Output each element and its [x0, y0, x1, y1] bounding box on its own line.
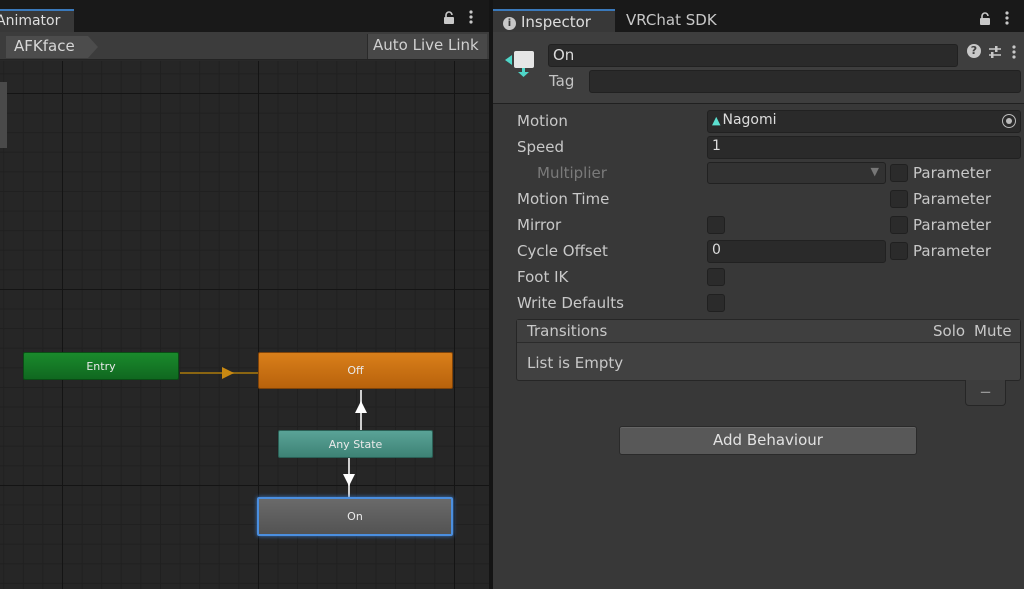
multiplier-parameter-checkbox[interactable] — [890, 164, 908, 182]
tab-inspector-label: Inspector — [521, 13, 591, 31]
multiplier-label: Multiplier — [537, 164, 607, 182]
motion-time-parameter-label: Parameter — [913, 190, 992, 208]
state-node-any-state[interactable]: Any State — [278, 430, 433, 458]
foot-ik-checkbox[interactable] — [707, 268, 725, 286]
inspector-header — [493, 32, 1024, 104]
help-icon[interactable]: ? — [967, 44, 981, 58]
write-defaults-label: Write Defaults — [517, 294, 624, 312]
mirror-parameter-label: Parameter — [913, 216, 992, 234]
any-to-off-arrowhead — [355, 401, 367, 413]
mirror-label: Mirror — [517, 216, 562, 234]
cycle-offset-parameter-checkbox[interactable] — [890, 242, 908, 260]
tag-field[interactable] — [589, 70, 1021, 93]
motion-time-parameter-checkbox[interactable] — [890, 190, 908, 208]
presets-icon[interactable] — [988, 44, 1002, 63]
motion-time-label: Motion Time — [517, 190, 610, 208]
remove-transition-button[interactable]: − — [965, 380, 1006, 406]
any-to-on-arrowhead — [343, 474, 355, 486]
state-node-entry[interactable]: Entry — [23, 352, 179, 380]
cycle-offset-parameter-label: Parameter — [913, 242, 992, 260]
tab-vrchat-sdk[interactable]: VRChat SDK — [615, 9, 745, 32]
transitions-empty-text: List is Empty — [527, 354, 624, 372]
foot-ik-label: Foot IK — [517, 268, 569, 286]
motion-label: Motion — [517, 112, 568, 130]
speed-field[interactable]: 1 — [707, 136, 1021, 159]
speed-label: Speed — [517, 138, 565, 156]
write-defaults-checkbox[interactable] — [707, 294, 725, 312]
animator-state-icon — [505, 47, 537, 77]
entry-to-off-arrowhead — [222, 367, 234, 379]
mute-column-header: Mute — [974, 322, 1012, 340]
tab-inspector[interactable]: i Inspector — [493, 9, 615, 32]
motion-object-field[interactable]: ▲ Nagomi — [707, 110, 1021, 133]
solo-column-header: Solo — [933, 322, 966, 340]
tag-label: Tag — [549, 72, 575, 90]
multiplier-parameter-label: Parameter — [913, 164, 992, 182]
mirror-checkbox[interactable] — [707, 216, 725, 234]
cycle-offset-field[interactable]: 0 — [707, 240, 886, 263]
dropdown-arrow-icon: ▼ — [870, 165, 879, 178]
header-more-options-icon[interactable] — [1012, 44, 1016, 63]
state-node-off[interactable]: Off — [258, 352, 453, 389]
info-icon: i — [503, 17, 516, 30]
state-name-field[interactable]: On — [548, 44, 958, 67]
motion-value: Nagomi — [722, 112, 777, 128]
transitions-title: Transitions — [527, 322, 608, 340]
inspector-lock-icon[interactable] — [979, 11, 991, 30]
mirror-parameter-checkbox[interactable] — [890, 216, 908, 234]
multiplier-dropdown[interactable]: ▼ — [707, 162, 886, 184]
inspector-more-options-icon[interactable] — [1005, 10, 1009, 29]
add-behaviour-button[interactable]: Add Behaviour — [619, 426, 917, 455]
object-picker-icon[interactable] — [1002, 114, 1016, 128]
animation-clip-icon: ▲ — [712, 114, 721, 127]
cycle-offset-label: Cycle Offset — [517, 242, 608, 260]
state-node-on[interactable]: On — [257, 497, 453, 536]
